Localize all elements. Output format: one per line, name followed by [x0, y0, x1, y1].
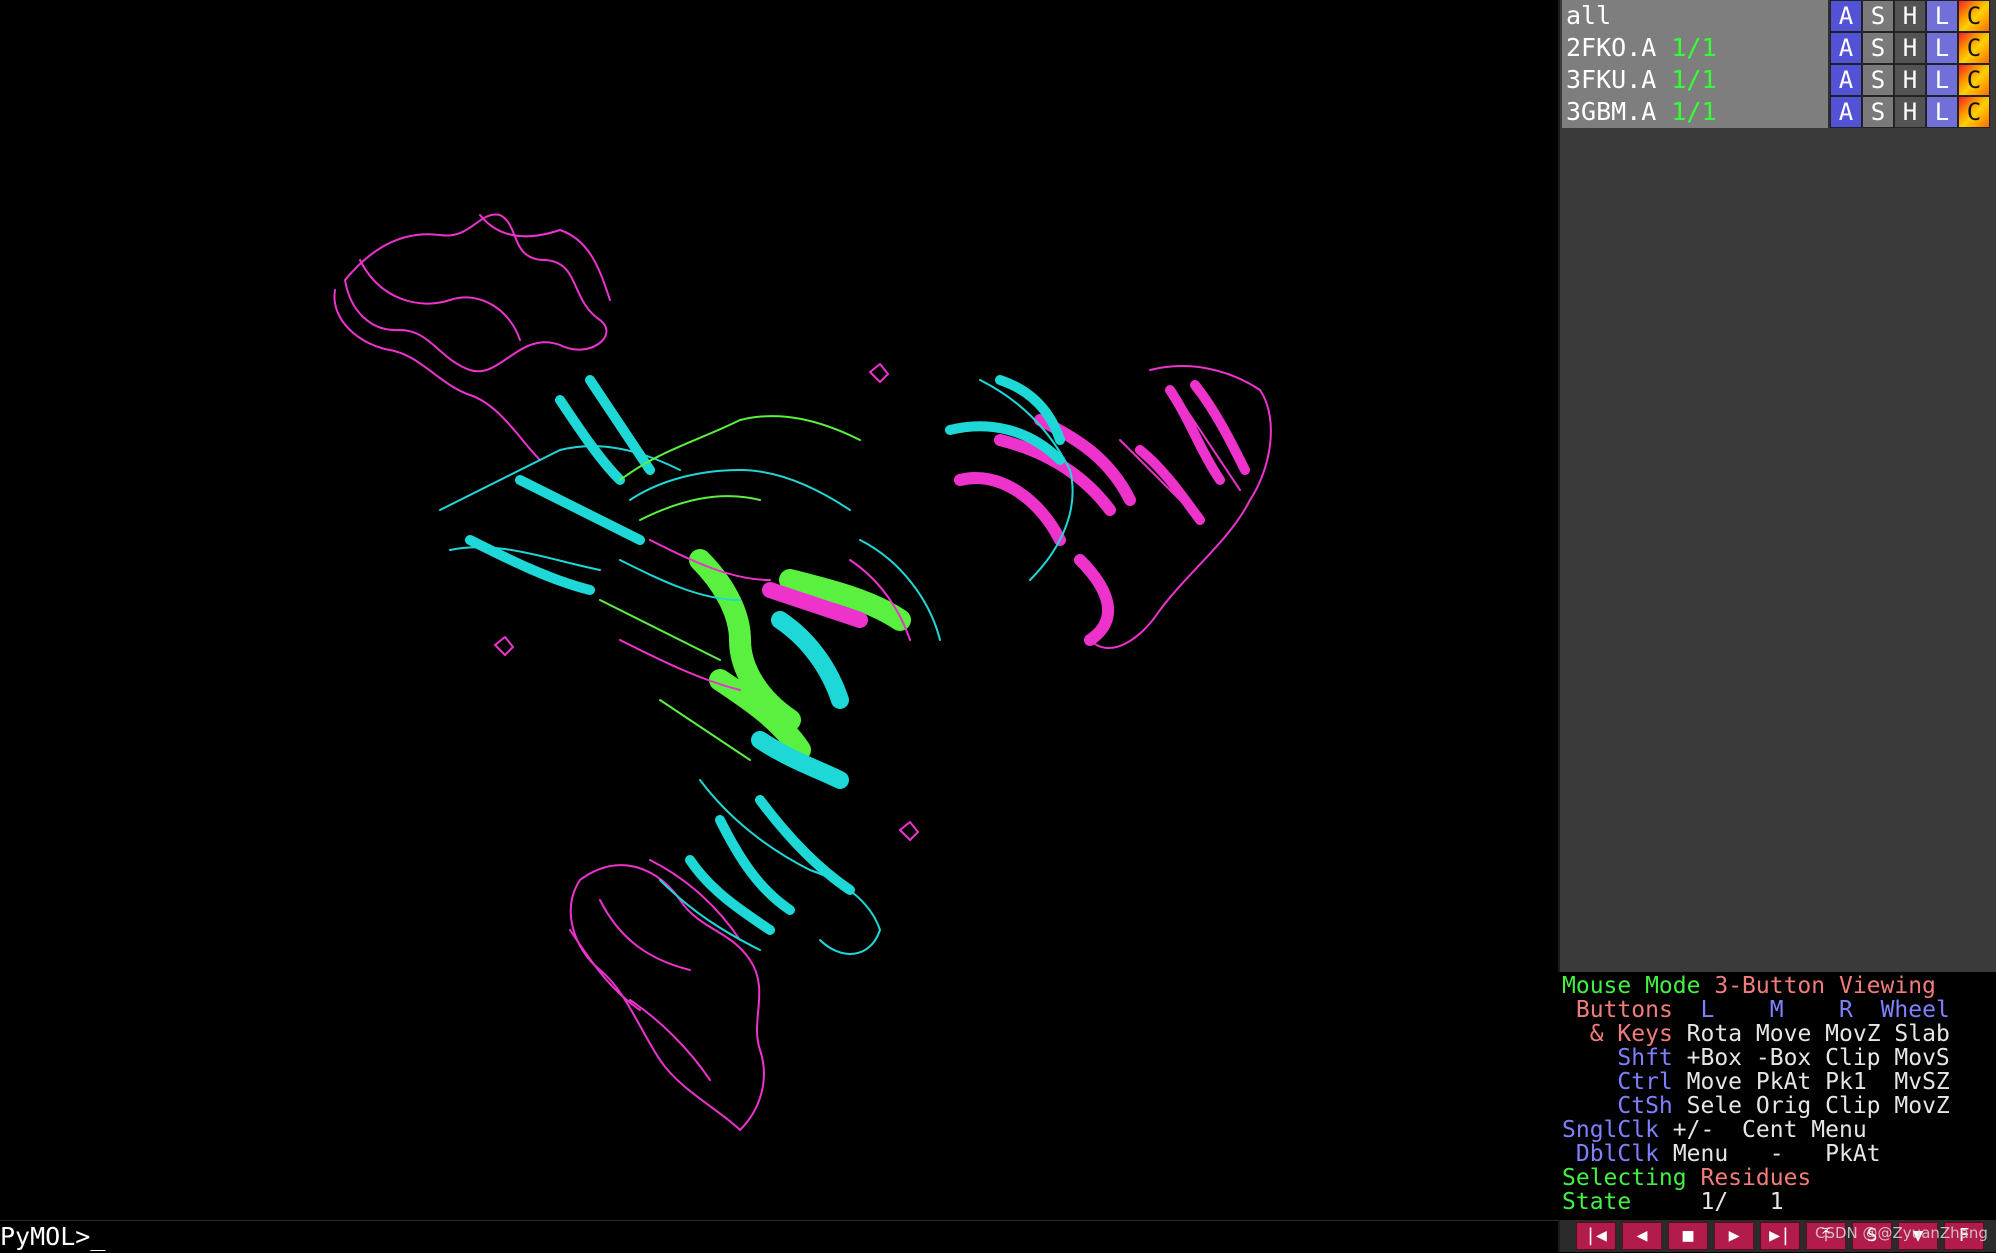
label-button[interactable]: L [1926, 32, 1958, 64]
command-line[interactable]: PyMOL>_ [0, 1220, 1558, 1253]
action-button[interactable]: A [1830, 0, 1862, 32]
watermark: CSDN @@ZyuanZhang [1815, 1224, 1988, 1242]
show-button[interactable]: S [1862, 0, 1894, 32]
color-button[interactable]: C [1958, 0, 1990, 32]
object-name[interactable]: 2FKO.A 1/1 [1562, 32, 1830, 64]
green-helix-core [689, 549, 911, 761]
hide-button[interactable]: H [1894, 0, 1926, 32]
protein-structure-render [333, 213, 1272, 1131]
color-button[interactable]: C [1958, 96, 1990, 128]
molecular-viewport[interactable] [0, 0, 1558, 1220]
mouse-mode-line: Mouse Mode 3-Button Viewing [1562, 973, 1936, 999]
color-button[interactable]: C [1958, 32, 1990, 64]
show-button[interactable]: S [1862, 96, 1894, 128]
keys-row-ctrl: Ctrl Move PkAt Pk1 MvSZ [1617, 1069, 1950, 1095]
keys-row-none: & Keys Rota Move MovZ Slab [1589, 1021, 1950, 1047]
object-row-2fko[interactable]: 2FKO.A 1/1 A S H L C [1562, 32, 1996, 64]
object-row-all[interactable]: all A S H L C [1562, 0, 1996, 32]
object-row-3gbm[interactable]: 3GBM.A 1/1 A S H L C [1562, 96, 1996, 128]
cyan-sheet-lower [685, 795, 855, 935]
action-button[interactable]: A [1830, 64, 1862, 96]
action-button[interactable]: A [1830, 32, 1862, 64]
show-button[interactable]: S [1862, 32, 1894, 64]
object-name[interactable]: 3FKU.A 1/1 [1562, 64, 1830, 96]
keys-row-snglclk: SnglClk +/- Cent Menu [1562, 1117, 1867, 1143]
back-button[interactable]: ◀ [1622, 1222, 1662, 1250]
rewind-button[interactable]: |◀ [1576, 1222, 1616, 1250]
state-line: State 1/ 1 [1562, 1189, 1784, 1215]
show-button[interactable]: S [1862, 64, 1894, 96]
selecting-line[interactable]: Selecting Residues [1562, 1166, 1811, 1190]
forward-button[interactable]: ▶| [1760, 1222, 1800, 1250]
hide-button[interactable]: H [1894, 96, 1926, 128]
magenta-loop-upper-left [344, 213, 608, 373]
color-button[interactable]: C [1958, 64, 1990, 96]
label-button[interactable]: L [1926, 64, 1958, 96]
keys-row-shft: Shft +Box -Box Clip MovS [1617, 1045, 1950, 1071]
command-cursor: _ [90, 1222, 106, 1251]
action-button[interactable]: A [1830, 96, 1862, 128]
hide-button[interactable]: H [1894, 64, 1926, 96]
object-name[interactable]: all [1562, 0, 1830, 32]
mouse-mode-info[interactable]: Mouse Mode 3-Button Viewing Buttons L M … [1558, 972, 1996, 1220]
keys-row-dblclk: DblClk Menu - PkAt [1575, 1141, 1881, 1167]
label-button[interactable]: L [1926, 0, 1958, 32]
play-button[interactable]: ▶ [1714, 1222, 1754, 1250]
hide-button[interactable]: H [1894, 32, 1926, 64]
stop-button[interactable]: ■ [1668, 1222, 1708, 1250]
object-name[interactable]: 3GBM.A 1/1 [1562, 96, 1830, 128]
command-prompt: PyMOL> [0, 1222, 91, 1251]
label-button[interactable]: L [1926, 96, 1958, 128]
object-row-3fku[interactable]: 3FKU.A 1/1 A S H L C [1562, 64, 1996, 96]
keys-row-ctsh: CtSh Sele Orig Clip MovZ [1617, 1093, 1950, 1119]
buttons-header-line: Buttons L M R Wheel [1575, 997, 1950, 1023]
